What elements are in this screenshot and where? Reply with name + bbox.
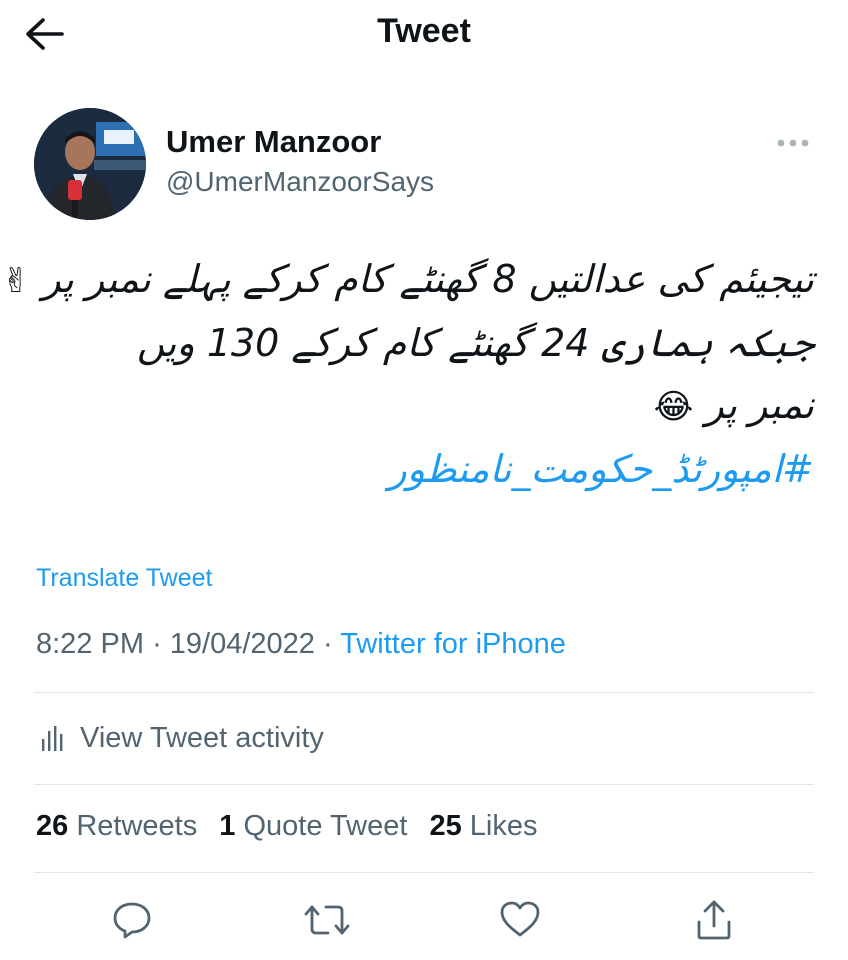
victory-hand-emoji: ✌	[1, 261, 31, 301]
tweet-date: 19/04/2022	[169, 628, 315, 660]
reply-button[interactable]	[108, 896, 156, 944]
share-icon	[697, 900, 731, 940]
divider	[34, 692, 814, 693]
retweets-stat[interactable]: 26 Retweets	[36, 810, 197, 842]
like-button[interactable]	[496, 896, 544, 944]
meta-separator: ·	[152, 628, 162, 660]
avatar[interactable]	[34, 108, 146, 220]
laughing-emoji: 😂	[653, 387, 694, 427]
header: Tweet	[0, 0, 848, 70]
author-handle[interactable]: @UmerManzoorSays	[166, 166, 434, 198]
author-name[interactable]: Umer Manzoor	[166, 124, 381, 160]
reply-icon	[113, 902, 151, 939]
tweet-text: تیجیئم کی عدالتیں 8 گھنٹے کام کرکے پہلے …	[1, 248, 814, 500]
hashtag-link[interactable]: #امپورٹڈ_حکومت_نامنظور	[74, 438, 814, 500]
tweet-line-1: تیجیئم کی عدالتیں 8 گھنٹے کام کرکے پہلے …	[1, 257, 814, 301]
more-horizontal-icon	[777, 139, 809, 147]
retweet-button[interactable]	[303, 896, 351, 944]
divider	[34, 872, 814, 873]
tweet-stats: 26 Retweets 1 Quote Tweet 25 Likes	[36, 810, 551, 843]
activity-chart-icon	[42, 726, 63, 751]
tweet-line-3: نمبر پر 😂	[653, 383, 814, 427]
tweet-time: 8:22 PM	[36, 628, 144, 660]
quote-tweets-stat[interactable]: 1 Quote Tweet	[219, 810, 407, 842]
retweet-icon	[304, 905, 350, 935]
page-title: Tweet	[377, 12, 471, 50]
more-options-button[interactable]	[770, 128, 816, 158]
translate-tweet-link[interactable]: Translate Tweet	[36, 564, 212, 593]
meta-separator: ·	[323, 628, 333, 660]
divider	[34, 784, 814, 785]
view-tweet-activity-button[interactable]: View Tweet activity	[36, 718, 324, 758]
likes-stat[interactable]: 25 Likes	[429, 810, 537, 842]
like-icon	[500, 901, 540, 937]
tweet-meta: 8:22 PM · 19/04/2022 · Twitter for iPhon…	[36, 628, 566, 661]
view-tweet-activity-label: View Tweet activity	[80, 721, 324, 754]
tweet-source-link[interactable]: Twitter for iPhone	[340, 628, 566, 660]
tweet-line-2: جبکہ ہماری 24 گھنٹے کام کرکے 130 ویں	[136, 321, 814, 365]
share-button[interactable]	[690, 896, 738, 944]
